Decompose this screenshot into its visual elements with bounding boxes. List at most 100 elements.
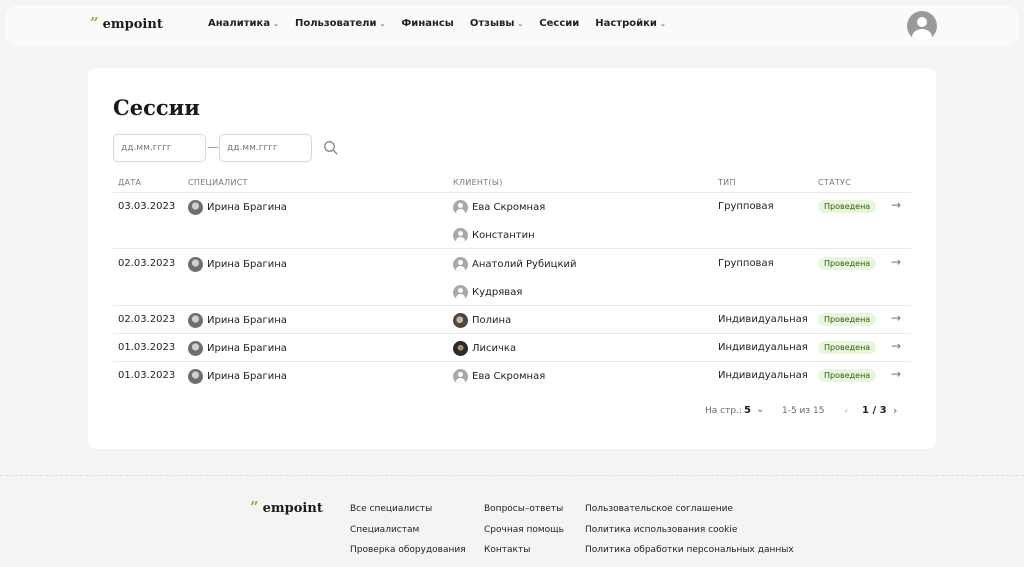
arrow-right-icon[interactable]: → bbox=[891, 311, 901, 325]
avatar bbox=[453, 285, 468, 300]
chevron-down-icon: ⌄ bbox=[273, 19, 279, 28]
nav-item-analytics[interactable]: Аналитика ⌄ bbox=[208, 18, 279, 29]
footer-divider bbox=[0, 475, 1024, 476]
session-date: 01.03.2023 bbox=[118, 342, 176, 353]
specialist[interactable]: Ирина Брагина bbox=[188, 257, 287, 272]
specialist-name: Ирина Брагина bbox=[207, 202, 287, 213]
nav-label: Финансы bbox=[401, 18, 454, 29]
footer-logo[interactable]: ” empoint bbox=[250, 497, 323, 516]
per-page-label: На стр.: bbox=[705, 406, 742, 416]
client-name: Ева Скромная bbox=[472, 371, 546, 382]
table-divider bbox=[113, 333, 911, 334]
client[interactable]: Кудрявая bbox=[453, 285, 522, 300]
page-indicator: 1 / 3 bbox=[862, 405, 887, 416]
table-divider bbox=[113, 361, 911, 362]
logo-mark-icon: ” bbox=[250, 497, 259, 516]
session-type: Групповая bbox=[718, 201, 774, 212]
avatar bbox=[188, 369, 203, 384]
client[interactable]: Ева Скромная bbox=[453, 369, 545, 384]
nav-label: Пользователи bbox=[294, 18, 377, 29]
nav-label: Отзывы bbox=[469, 18, 515, 29]
date-from-input[interactable] bbox=[113, 134, 206, 162]
status-badge: Проведена bbox=[818, 341, 877, 354]
arrow-right-icon[interactable]: → bbox=[891, 367, 901, 381]
client[interactable]: Ева Скромная bbox=[453, 200, 545, 215]
arrow-right-icon[interactable]: → bbox=[891, 198, 901, 212]
client[interactable]: Полина bbox=[453, 313, 511, 328]
brand-name: empoint bbox=[102, 17, 163, 32]
footer-link[interactable]: Срочная помощь bbox=[484, 525, 564, 535]
avatar bbox=[453, 313, 468, 328]
logo-mark-icon: ” bbox=[90, 13, 99, 32]
brand-name: empoint bbox=[262, 501, 323, 516]
avatar bbox=[188, 200, 203, 215]
footer-link[interactable]: Пользовательское соглашение bbox=[585, 504, 733, 514]
footer-link[interactable]: Политика использования cookie bbox=[585, 525, 737, 535]
top-header: ” empoint Аналитика ⌄ Пользователи ⌄ Финан… bbox=[5, 5, 1019, 46]
table-divider bbox=[113, 248, 911, 249]
footer-link[interactable]: Все специалисты bbox=[350, 504, 432, 514]
chevron-right-icon[interactable]: › bbox=[893, 404, 897, 417]
session-type: Индивидуальная bbox=[718, 314, 808, 325]
chevron-left-icon[interactable]: ‹ bbox=[844, 404, 848, 417]
nav-item-reviews[interactable]: Отзывы ⌄ bbox=[470, 18, 523, 29]
user-avatar-button[interactable] bbox=[907, 11, 937, 41]
session-type: Групповая bbox=[718, 258, 774, 269]
specialist-name: Ирина Брагина bbox=[207, 371, 287, 382]
avatar bbox=[453, 228, 468, 243]
avatar bbox=[188, 341, 203, 356]
session-date: 02.03.2023 bbox=[118, 258, 176, 269]
chevron-down-icon: ⌄ bbox=[659, 19, 666, 28]
column-header-clients[interactable]: КЛИЕНТ(Ы) bbox=[453, 178, 503, 187]
specialist[interactable]: Ирина Брагина bbox=[188, 313, 287, 328]
session-type: Индивидуальная bbox=[718, 342, 808, 353]
client[interactable]: Анатолий Рубицкий bbox=[453, 257, 576, 272]
nav-item-sessions[interactable]: Сессии bbox=[539, 18, 579, 29]
footer-link[interactable]: Вопросы–ответы bbox=[484, 504, 563, 514]
nav-label: Сессии bbox=[539, 18, 580, 29]
column-header-specialist[interactable]: СПЕЦИАЛИСТ bbox=[188, 178, 248, 187]
status-badge: Проведена bbox=[818, 369, 877, 382]
avatar bbox=[453, 200, 468, 215]
nav-item-finance[interactable]: Финансы bbox=[401, 18, 453, 29]
status-badge: Проведена bbox=[818, 200, 877, 213]
client-name: Анатолий Рубицкий bbox=[472, 259, 577, 270]
client[interactable]: Константин bbox=[453, 228, 535, 243]
client[interactable]: Лисичка bbox=[453, 341, 516, 356]
avatar bbox=[188, 313, 203, 328]
table-divider bbox=[113, 305, 911, 306]
nav-item-users[interactable]: Пользователи ⌄ bbox=[295, 18, 385, 29]
nav-label: Аналитика bbox=[208, 18, 271, 29]
search-icon[interactable] bbox=[323, 140, 339, 156]
avatar bbox=[188, 257, 203, 272]
footer-link[interactable]: Специалистам bbox=[350, 525, 419, 535]
status-badge: Проведена bbox=[818, 257, 877, 270]
brand-logo[interactable]: ” empoint bbox=[90, 13, 163, 32]
column-header-status[interactable]: СТАТУС bbox=[818, 178, 851, 187]
client-name: Кудрявая bbox=[472, 287, 523, 298]
per-page-select[interactable]: 5 bbox=[744, 405, 751, 416]
footer-link[interactable]: Политика обработки персональных данных bbox=[585, 545, 794, 555]
pagination-range: 1-5 из 15 bbox=[782, 406, 825, 416]
specialist[interactable]: Ирина Брагина bbox=[188, 369, 287, 384]
session-date: 03.03.2023 bbox=[118, 201, 176, 212]
client-name: Полина bbox=[472, 315, 512, 326]
arrow-right-icon[interactable]: → bbox=[891, 339, 901, 353]
footer-link[interactable]: Проверка оборудования bbox=[350, 545, 466, 555]
column-header-type[interactable]: ТИП bbox=[718, 178, 736, 187]
date-separator: — bbox=[207, 140, 219, 154]
specialist[interactable]: Ирина Брагина bbox=[188, 341, 287, 356]
specialist[interactable]: Ирина Брагина bbox=[188, 200, 287, 215]
session-date: 01.03.2023 bbox=[118, 370, 176, 381]
status-badge: Проведена bbox=[818, 313, 877, 326]
date-to-input[interactable] bbox=[219, 134, 312, 162]
session-date: 02.03.2023 bbox=[118, 314, 176, 325]
chevron-down-icon: ⌄ bbox=[517, 19, 524, 28]
chevron-down-icon[interactable]: ⌄ bbox=[756, 404, 764, 415]
sessions-card: Сессии — ДАТА СПЕЦИАЛИСТ КЛИЕНТ(Ы) ТИП С… bbox=[88, 68, 936, 449]
client-name: Константин bbox=[472, 230, 535, 241]
arrow-right-icon[interactable]: → bbox=[891, 255, 901, 269]
footer-link[interactable]: Контакты bbox=[484, 545, 530, 555]
column-header-date[interactable]: ДАТА bbox=[118, 178, 141, 187]
nav-item-settings[interactable]: Настройки ⌄ bbox=[595, 18, 666, 29]
